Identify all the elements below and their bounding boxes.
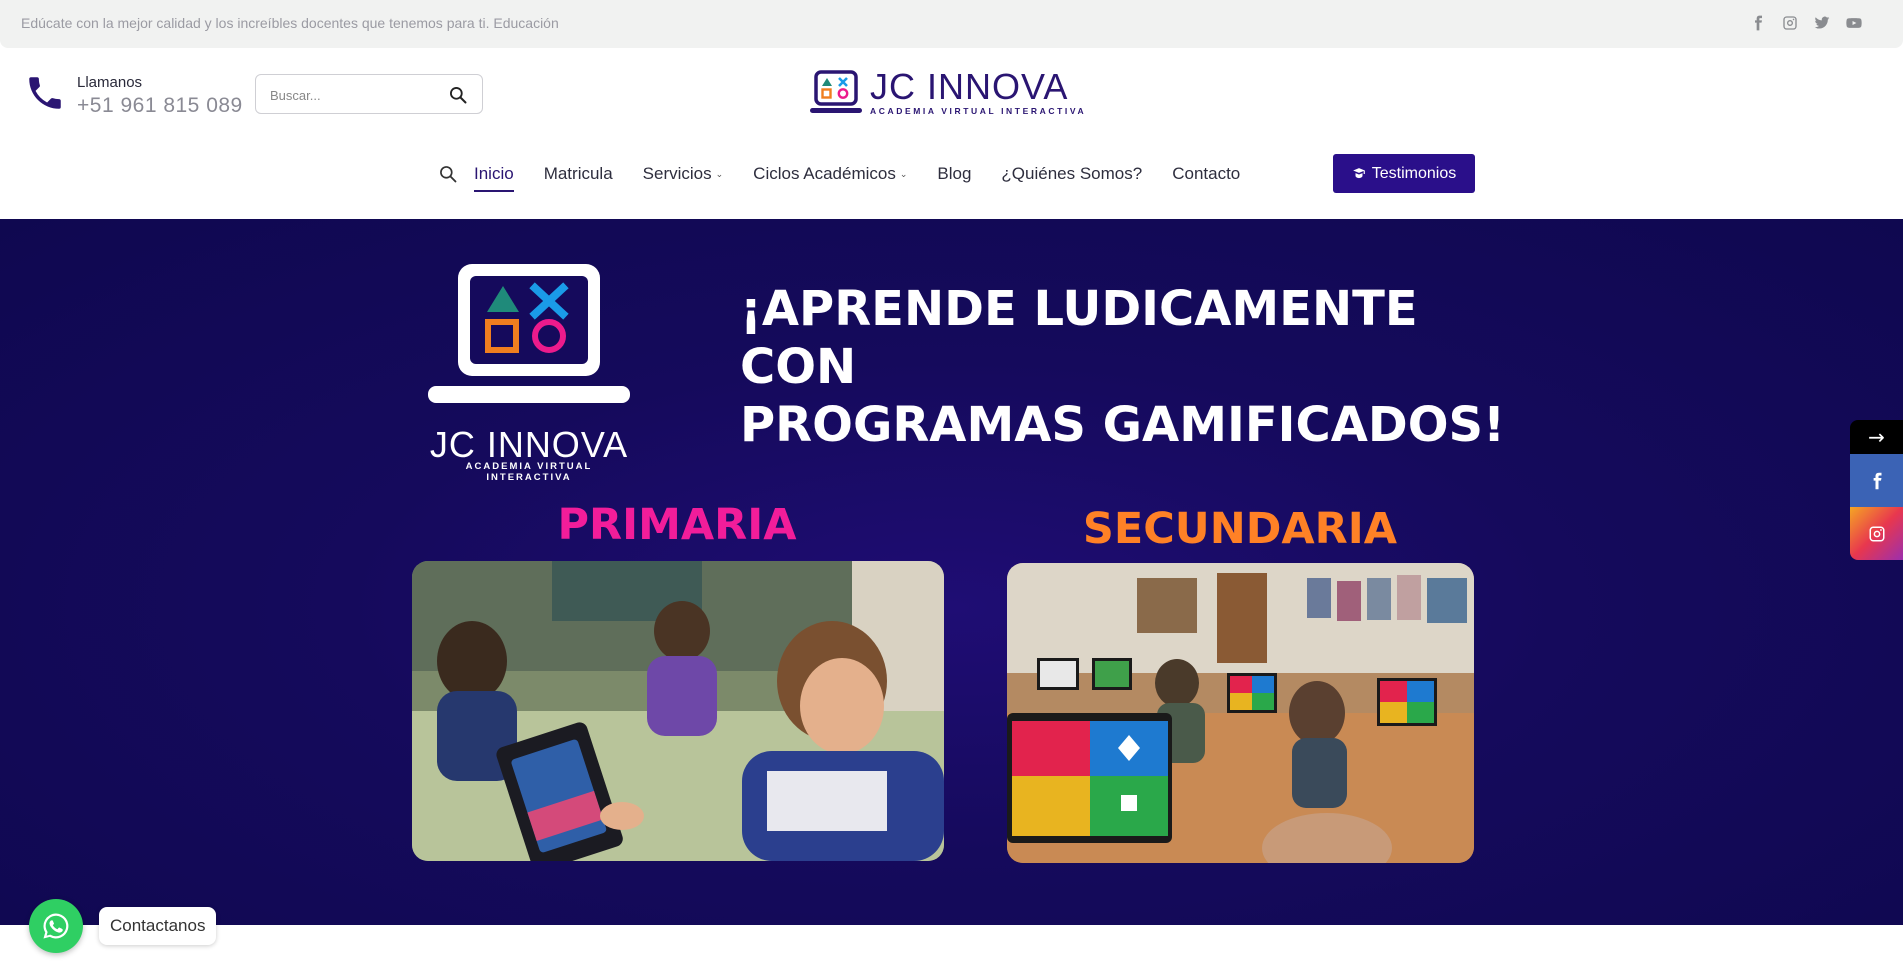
topbar-tagline: Edúcate con la mejor calidad y los incre… <box>21 15 559 31</box>
logo-title: JC INNOVA <box>870 66 1069 107</box>
whatsapp-icon <box>43 913 69 939</box>
nav-item-label: Ciclos Académicos <box>753 164 896 183</box>
secundaria-photo[interactable] <box>1007 563 1474 863</box>
phone-label: Llamanos <box>77 74 143 91</box>
arrow-right-icon[interactable]: → <box>1850 420 1903 454</box>
nav-item-label: Matricula <box>543 164 613 183</box>
graduate-icon <box>1352 167 1365 178</box>
nav-item-servicios[interactable]: Servicios ⌄ <box>643 160 724 188</box>
hero-logo-subtitle: ACADEMIA VIRTUAL INTERACTIVA <box>465 461 593 483</box>
facebook-icon <box>1873 472 1881 489</box>
nav-item-label: Contacto <box>1172 164 1241 183</box>
search-icon[interactable] <box>448 85 468 105</box>
primaria-heading: PRIMARIA <box>557 500 797 550</box>
testimonios-button[interactable]: Testimonios <box>1333 154 1475 193</box>
main-nav: Inicio Matricula Servicios ⌄ Ciclos Acadé… <box>438 154 1270 194</box>
twitter-icon[interactable] <box>1813 14 1831 32</box>
whatsapp-button[interactable] <box>29 899 83 953</box>
nav-item-quienes-somos[interactable]: ¿Quiénes Somos? <box>1001 160 1142 188</box>
testimonios-label: Testimonios <box>1371 164 1457 182</box>
nav-item-label: Inicio <box>474 164 514 183</box>
instagram-icon[interactable] <box>1781 14 1799 32</box>
nav-item-label: ¿Quiénes Somos? <box>1001 164 1143 183</box>
primaria-photo[interactable] <box>412 561 944 861</box>
nav-item-matricula[interactable]: Matricula <box>544 160 613 188</box>
nav-item-contacto[interactable]: Contacto <box>1172 160 1240 188</box>
search-input[interactable] <box>268 83 432 107</box>
topbar-socials <box>1749 14 1863 32</box>
nav-item-label: Servicios <box>642 164 712 183</box>
facebook-icon[interactable] <box>1749 14 1767 32</box>
chevron-down-icon: ⌄ <box>899 168 908 179</box>
youtube-icon[interactable] <box>1845 14 1863 32</box>
nav-item-inicio[interactable]: Inicio <box>474 160 514 192</box>
nav-search-icon[interactable] <box>438 164 458 184</box>
floating-social-bar: → <box>1850 420 1903 560</box>
top-bar: Edúcate con la mejor calidad y los incre… <box>0 0 1903 48</box>
hero-logo-title: JC INNOVA <box>429 424 629 465</box>
phone-number[interactable]: +51 961 815 089 <box>77 94 243 118</box>
logo-subtitle: ACADEMIA VIRTUAL INTERACTIVA <box>870 106 1087 116</box>
hero-headline: ¡APRENDE LUDICAMENTE CON PROGRAMAS GAMIF… <box>740 280 1540 454</box>
secundaria-heading: SECUNDARIA <box>1082 504 1398 554</box>
chevron-down-icon: ⌄ <box>715 168 724 179</box>
header-search <box>255 74 483 114</box>
headline-line-2: PROGRAMAS GAMIFICADOS! <box>740 397 1505 453</box>
instagram-share-button[interactable] <box>1850 507 1903 560</box>
headline-line-1: ¡APRENDE LUDICAMENTE CON <box>740 281 1418 395</box>
site-logo[interactable]: JC INNOVA ACADEMIA VIRTUAL INTERACTIVA <box>810 66 1087 116</box>
instagram-icon <box>1869 526 1884 541</box>
facebook-share-button[interactable] <box>1850 454 1903 507</box>
nav-item-ciclos-academicos[interactable]: Ciclos Académicos ⌄ <box>753 160 907 188</box>
nav-item-blog[interactable]: Blog <box>937 160 971 188</box>
nav-item-label: Blog <box>937 164 972 183</box>
phone-icon <box>29 77 61 109</box>
whatsapp-label[interactable]: Contactanos <box>99 907 217 945</box>
logo-mark-icon <box>810 70 862 113</box>
